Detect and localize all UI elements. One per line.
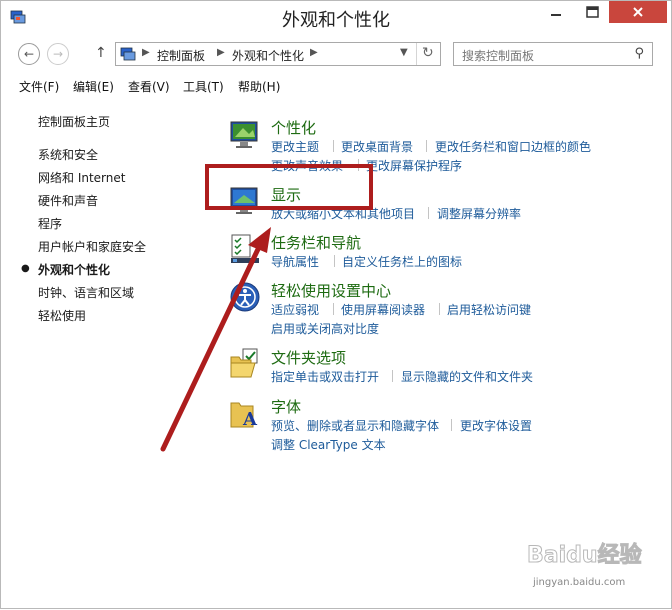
watermark-url: jingyan.baidu.com	[533, 577, 626, 588]
link-high-contrast[interactable]: 启用或关闭高对比度	[271, 320, 379, 337]
nav-control-panel-home[interactable]: 控制面板主页	[38, 113, 110, 130]
breadcrumb-chevron-icon[interactable]: ▶	[217, 47, 225, 58]
nav-item-hardware-sound[interactable]: 硬件和声音	[38, 192, 98, 209]
back-button[interactable]: ←	[18, 43, 40, 65]
breadcrumb-chevron-icon[interactable]: ▶	[142, 47, 150, 58]
link-separator	[428, 207, 429, 219]
arrow-right-icon: →	[52, 47, 64, 61]
link-change-font-settings[interactable]: 更改字体设置	[460, 417, 532, 434]
section-title-folder-options[interactable]: 文件夹选项	[271, 347, 346, 368]
menu-bar: 文件(F) 编辑(E) 查看(V) 工具(T) 帮助(H)	[1, 75, 671, 97]
maximize-icon	[585, 6, 599, 18]
link-change-screensaver[interactable]: 更改屏幕保护程序	[366, 157, 462, 174]
forward-button[interactable]: →	[47, 43, 69, 65]
baidu-watermark: Baidu经验 jingyan.baidu.com	[513, 529, 643, 599]
maximize-button[interactable]	[577, 1, 607, 23]
control-panel-window: 外观和个性化 ← → ↑ ▶ 控制面板 ▶ 外观和个性化 ▶ ▼ ↻ 搜索控制面…	[0, 0, 672, 609]
nav-item-programs[interactable]: 程序	[38, 215, 62, 232]
link-single-double-click[interactable]: 指定单击或双击打开	[271, 368, 379, 385]
address-divider	[416, 43, 417, 65]
link-change-desktop-background[interactable]: 更改桌面背景	[341, 138, 413, 155]
link-show-hidden-files[interactable]: 显示隐藏的文件和文件夹	[401, 368, 533, 385]
breadcrumb-appearance[interactable]: 外观和个性化	[232, 47, 304, 64]
close-button[interactable]	[609, 1, 667, 23]
menu-help[interactable]: 帮助(H)	[238, 78, 280, 95]
nav-item-system-security[interactable]: 系统和安全	[38, 146, 98, 163]
nav-item-clock-region[interactable]: 时钟、语言和区域	[38, 284, 134, 301]
section-title-personalization[interactable]: 个性化	[271, 117, 316, 138]
arrow-up-icon: ↑	[95, 45, 107, 61]
link-preview-fonts[interactable]: 预览、删除或者显示和隐藏字体	[271, 417, 439, 434]
menu-tools[interactable]: 工具(T)	[183, 78, 224, 95]
title-bar[interactable]: 外观和个性化	[1, 1, 671, 35]
link-separator	[426, 140, 427, 152]
link-separator	[451, 419, 452, 431]
up-button[interactable]: ↑	[95, 45, 107, 61]
search-input[interactable]: 搜索控制面板 ⚲	[453, 42, 653, 66]
link-navigation-properties[interactable]: 导航属性	[271, 253, 319, 270]
arrow-left-icon: ←	[23, 47, 35, 61]
nav-item-appearance: 外观和个性化	[38, 263, 111, 277]
link-ease-keys[interactable]: 启用轻松访问键	[447, 301, 531, 318]
link-low-vision[interactable]: 适应弱视	[271, 301, 319, 318]
personalization-icon[interactable]	[229, 119, 261, 151]
nav-item-network[interactable]: 网络和 Internet	[38, 169, 125, 186]
address-bar[interactable]: ▶ 控制面板 ▶ 外观和个性化 ▶ ▼ ↻	[115, 42, 441, 66]
address-dropdown-icon[interactable]: ▼	[400, 47, 408, 58]
control-panel-icon	[120, 47, 136, 61]
link-customize-taskbar-icons[interactable]: 自定义任务栏上的图标	[342, 253, 462, 270]
svg-text:A: A	[242, 409, 258, 429]
minimize-button[interactable]	[541, 1, 571, 23]
menu-file[interactable]: 文件(F)	[19, 78, 59, 95]
fonts-icon[interactable]: A	[229, 397, 261, 429]
menu-edit[interactable]: 编辑(E)	[73, 78, 114, 95]
link-separator	[392, 370, 393, 382]
navigation-bar: ← → ↑ ▶ 控制面板 ▶ 外观和个性化 ▶ ▼ ↻ 搜索控制面板 ⚲	[1, 39, 671, 69]
nav-item-ease-of-access[interactable]: 轻松使用	[38, 307, 86, 324]
close-icon	[633, 7, 643, 17]
annotation-highlight-box	[205, 164, 373, 210]
refresh-icon[interactable]: ↻	[422, 45, 434, 61]
link-separator	[333, 140, 334, 152]
ease-of-access-icon[interactable]	[229, 281, 261, 313]
link-screen-resolution[interactable]: 调整屏幕分辨率	[437, 205, 521, 222]
section-title-ease-of-access[interactable]: 轻松使用设置中心	[271, 280, 391, 301]
taskbar-icon[interactable]	[229, 233, 261, 265]
section-title-fonts[interactable]: 字体	[271, 396, 301, 417]
minimize-icon	[551, 14, 561, 16]
section-title-taskbar[interactable]: 任务栏和导航	[271, 232, 361, 253]
link-change-theme[interactable]: 更改主题	[271, 138, 319, 155]
menu-view[interactable]: 查看(V)	[128, 78, 170, 95]
breadcrumb-control-panel[interactable]: 控制面板	[157, 47, 205, 64]
search-icon[interactable]: ⚲	[634, 46, 644, 61]
watermark-logo: Baidu经验	[527, 543, 643, 569]
link-cleartype[interactable]: 调整 ClearType 文本	[271, 436, 386, 453]
link-separator	[439, 303, 440, 315]
link-screen-reader[interactable]: 使用屏幕阅读器	[341, 301, 425, 318]
search-placeholder: 搜索控制面板	[462, 49, 535, 63]
breadcrumb-chevron-icon[interactable]: ▶	[310, 47, 318, 58]
current-bullet-icon: ●	[21, 263, 30, 274]
link-separator	[334, 255, 335, 267]
nav-item-user-accounts[interactable]: 用户帐户和家庭安全	[38, 238, 146, 255]
link-separator	[333, 303, 334, 315]
link-change-window-color[interactable]: 更改任务栏和窗口边框的颜色	[435, 138, 591, 155]
folder-options-icon[interactable]	[229, 347, 261, 379]
